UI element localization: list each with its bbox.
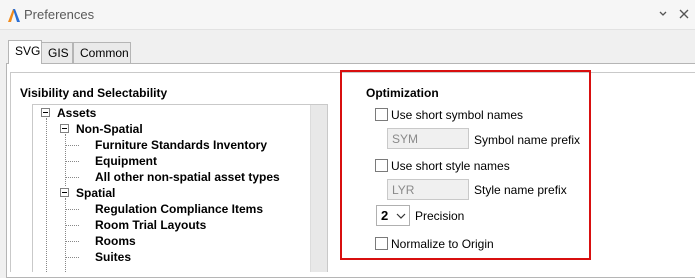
chevron-down-icon[interactable] (396, 212, 406, 220)
tree-node-label: Assets (57, 106, 97, 120)
tree-node-label: Suites (95, 250, 132, 264)
collapse-icon[interactable] (41, 108, 50, 117)
tree-node-label: Furniture Standards Inventory (95, 138, 268, 152)
tab-common[interactable]: Common (73, 42, 131, 64)
visibility-heading: Visibility and Selectability (20, 86, 168, 100)
normalize-origin-checkbox[interactable] (375, 237, 388, 250)
collapse-icon[interactable] (60, 124, 69, 133)
symbol-prefix-input[interactable] (387, 128, 469, 149)
chevron-down-icon[interactable] (655, 6, 671, 22)
tree-node-label: Non-Spatial (76, 122, 143, 136)
app-logo-icon (8, 9, 20, 22)
short-symbol-names-label: Use short symbol names (391, 108, 524, 122)
precision-value: 2 (381, 208, 389, 223)
tree-node-label: All other non-spatial asset types (95, 170, 280, 184)
symbol-prefix-label: Symbol name prefix (474, 133, 581, 147)
tree-node-label: Room Trial Layouts (95, 218, 207, 232)
tab-gis[interactable]: GIS (41, 42, 73, 64)
tree-node-label: Equipment (95, 154, 157, 168)
tab-svg[interactable]: SVG (8, 40, 42, 64)
optimization-heading: Optimization (366, 86, 439, 100)
visibility-tree[interactable]: Assets Non-Spatial Furniture Standards I… (32, 104, 328, 272)
short-style-names-checkbox[interactable] (375, 159, 388, 172)
short-symbol-names-checkbox[interactable] (375, 108, 388, 121)
style-prefix-label: Style name prefix (474, 183, 567, 197)
short-style-names-label: Use short style names (391, 159, 510, 173)
collapse-icon[interactable] (60, 188, 69, 197)
tree-node-label: Spatial (76, 186, 116, 200)
title-bar: Preferences (0, 0, 695, 30)
style-prefix-input[interactable] (387, 179, 469, 200)
close-icon[interactable] (676, 6, 692, 22)
precision-select[interactable]: 2 (376, 205, 410, 226)
tree-scrollbar[interactable] (310, 105, 327, 272)
window-title: Preferences (24, 7, 95, 22)
precision-label: Precision (415, 209, 465, 223)
tree-node-label: Rooms (95, 234, 136, 248)
tree-node-label: Regulation Compliance Items (95, 202, 264, 216)
normalize-origin-label: Normalize to Origin (391, 237, 494, 251)
